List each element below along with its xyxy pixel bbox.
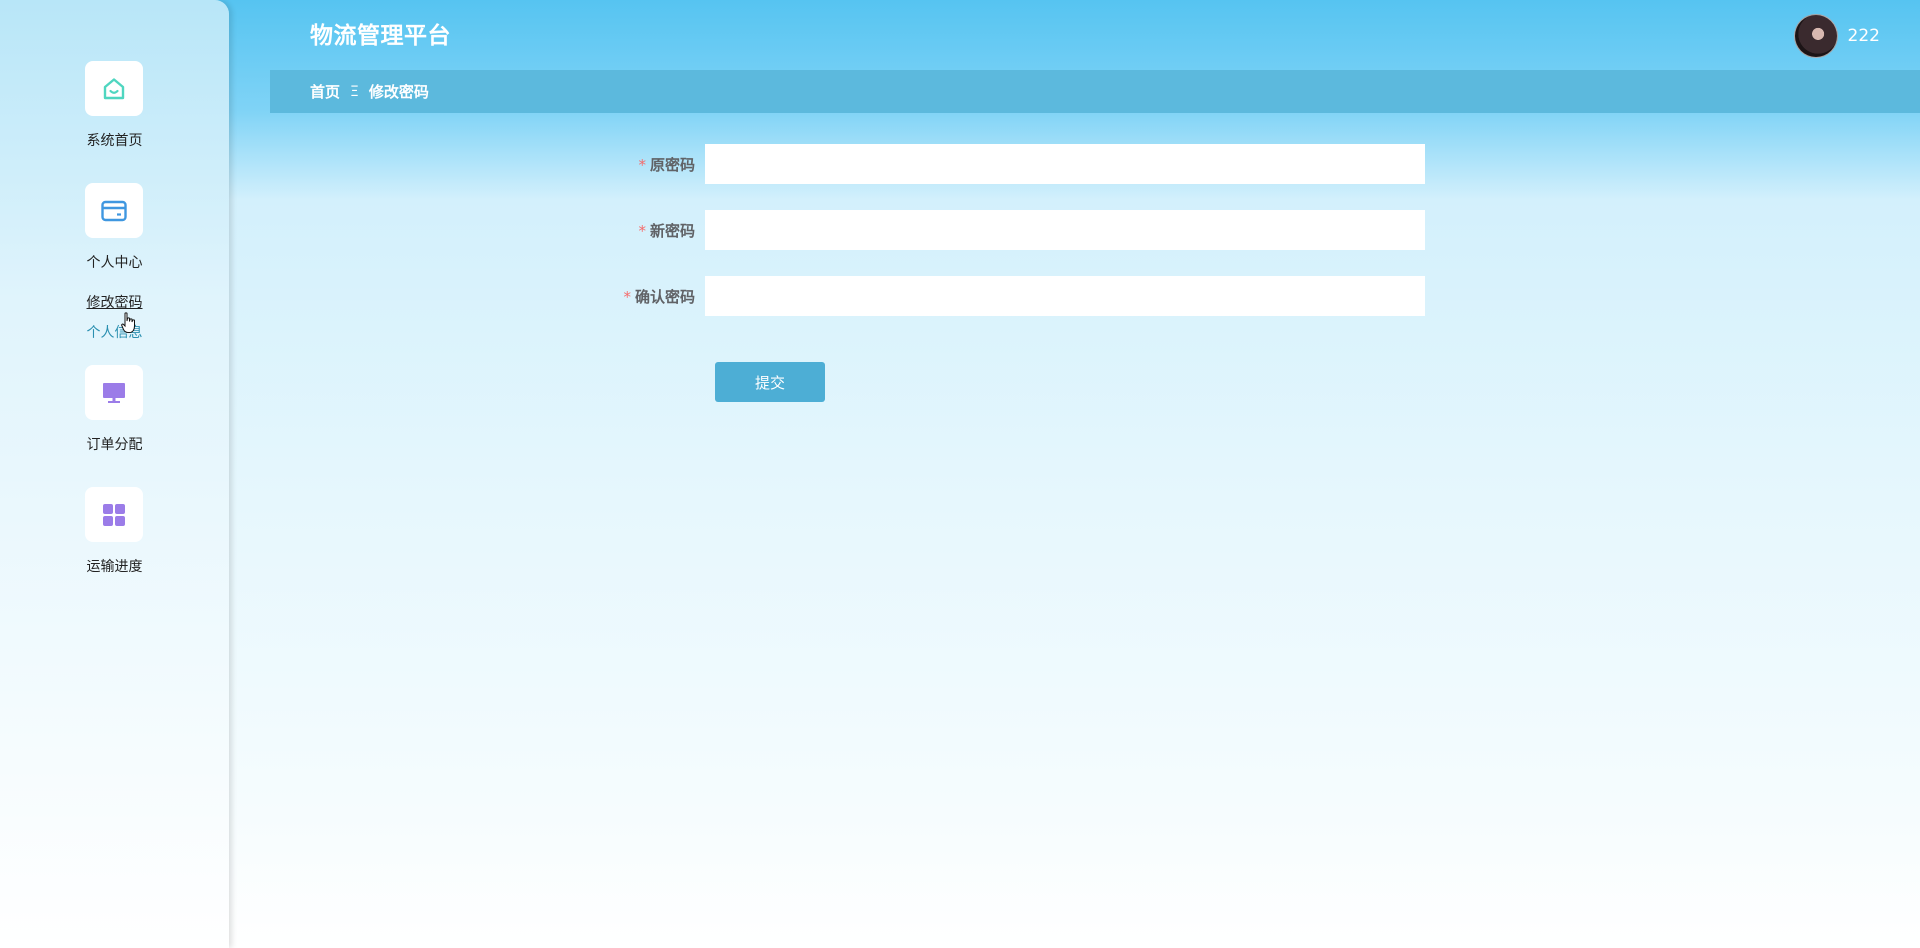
confirm-password-field[interactable] bbox=[705, 276, 1425, 316]
submenu-change-password[interactable]: 修改密码 bbox=[0, 292, 229, 312]
home-icon bbox=[103, 77, 125, 99]
menu-order-tile[interactable] bbox=[85, 365, 143, 420]
old-password-label: * 原密码 bbox=[560, 154, 705, 175]
hand-cursor-icon bbox=[121, 312, 135, 333]
monitor-icon bbox=[103, 382, 125, 403]
username[interactable]: 222 bbox=[1848, 26, 1880, 46]
sidebar-item-home[interactable]: 系统首页 bbox=[0, 130, 229, 150]
grid-icon bbox=[103, 503, 125, 526]
breadcrumb: 首页 Ξ 修改密码 bbox=[310, 81, 429, 102]
confirm-password-row: * 确认密码 bbox=[560, 276, 1436, 316]
old-password-row: * 原密码 bbox=[560, 144, 1436, 184]
menu-home-tile[interactable] bbox=[85, 61, 143, 116]
menu-transport-tile[interactable] bbox=[85, 487, 143, 542]
breadcrumb-home[interactable]: 首页 bbox=[310, 81, 340, 102]
new-password-field[interactable] bbox=[705, 210, 1425, 250]
old-password-field[interactable] bbox=[705, 144, 1425, 184]
avatar[interactable] bbox=[1793, 14, 1838, 58]
new-password-label-text: 新密码 bbox=[649, 221, 695, 240]
breadcrumb-bar: 首页 Ξ 修改密码 bbox=[270, 70, 1920, 113]
new-password-label: * 新密码 bbox=[560, 220, 705, 241]
sidebar-item-transport-progress[interactable]: 运输进度 bbox=[0, 556, 229, 576]
user-menu[interactable]: 222 bbox=[1793, 14, 1880, 58]
sidebar: 系统首页 个人中心 修改密码 个人信息 订单分配 运输进度 bbox=[0, 0, 229, 948]
old-password-label-text: 原密码 bbox=[649, 155, 695, 174]
confirm-password-label-text: 确认密码 bbox=[634, 287, 695, 306]
required-mark: * bbox=[638, 155, 646, 174]
app-title: 物流管理平台 bbox=[310, 23, 451, 49]
sidebar-item-order-assign[interactable]: 订单分配 bbox=[0, 434, 229, 454]
confirm-password-label: * 确认密码 bbox=[560, 286, 705, 307]
new-password-row: * 新密码 bbox=[560, 210, 1436, 250]
menu-personal-center-tile[interactable] bbox=[85, 183, 143, 238]
submit-button[interactable]: 提交 bbox=[715, 362, 825, 402]
breadcrumb-separator: Ξ bbox=[350, 83, 359, 100]
required-mark: * bbox=[638, 221, 646, 240]
submenu-personal-info[interactable]: 个人信息 bbox=[0, 322, 229, 342]
required-mark: * bbox=[623, 287, 631, 306]
sidebar-item-personal-center[interactable]: 个人中心 bbox=[0, 252, 229, 272]
breadcrumb-current: 修改密码 bbox=[368, 83, 429, 101]
card-icon bbox=[101, 200, 127, 221]
